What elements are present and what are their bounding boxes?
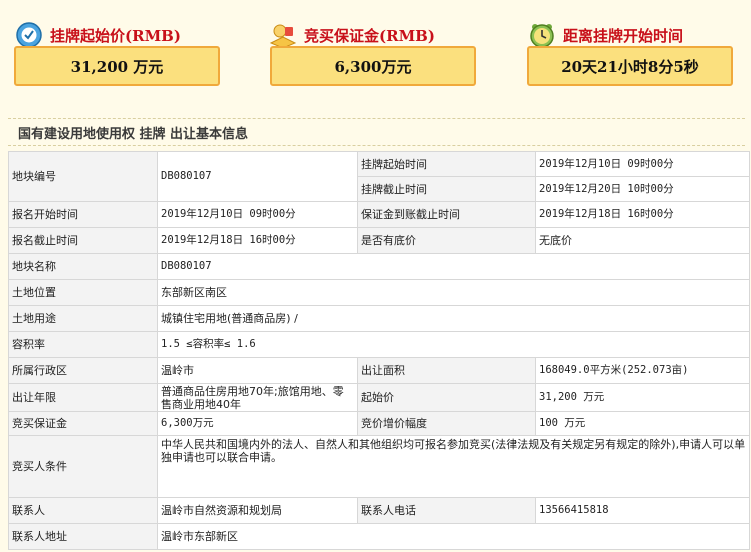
phone-value: 13566415818 bbox=[535, 497, 750, 524]
deposit-deadline-label: 保证金到账截止时间 bbox=[357, 201, 536, 228]
reg-start-value: 2019年12月10日 09时00分 bbox=[157, 201, 358, 228]
parcel-no-value: DB080107 bbox=[157, 151, 358, 202]
table-row: 竞买人条件 中华人民共和国境内外的法人、自然人和其他组织均可报名参加竞买(法律法… bbox=[8, 435, 750, 498]
summary-panel: 挂牌起始价(RMB) 31,200 万元 竞买保证金(RMB) 6,300万元 bbox=[0, 0, 751, 115]
district-label: 所属行政区 bbox=[8, 357, 158, 384]
table-row: 出让年限 普通商品住房用地70年;旅馆用地、零售商业用地40年 起始价 31,2… bbox=[8, 383, 750, 412]
location-value: 东部新区南区 bbox=[157, 279, 750, 306]
parcel-name-value: DB080107 bbox=[157, 253, 750, 280]
start-price-label: 挂牌起始价(RMB) bbox=[50, 26, 181, 45]
address-value: 温岭市东部新区 bbox=[157, 523, 750, 550]
area-value: 168049.0平方米(252.073亩) bbox=[535, 357, 750, 384]
term-value: 普通商品住房用地70年;旅馆用地、零售商业用地40年 bbox=[157, 383, 358, 412]
listing-end-value: 2019年12月20日 10时00分 bbox=[535, 176, 750, 202]
deposit-deadline-value: 2019年12月18日 16时00分 bbox=[535, 201, 750, 228]
deposit-label: 竞买保证金(RMB) bbox=[304, 26, 435, 45]
reserve-value: 无底价 bbox=[535, 227, 750, 254]
listing-start-value: 2019年12月10日 09时00分 bbox=[535, 151, 750, 177]
area-label: 出让面积 bbox=[357, 357, 536, 384]
table-row: 容积率 1.5 ≤容积率≤ 1.6 bbox=[8, 331, 750, 358]
phone-label: 联系人电话 bbox=[357, 497, 536, 524]
table-row: 联系人 温岭市自然资源和规划局 联系人电话 13566415818 bbox=[8, 497, 750, 524]
listing-start-label: 挂牌起始时间 bbox=[357, 151, 536, 177]
reg-end-label: 报名截止时间 bbox=[8, 227, 158, 254]
info-table: 地块编号 DB080107 挂牌起始时间 2019年12月10日 09时00分 … bbox=[8, 151, 750, 550]
district-value: 温岭市 bbox=[157, 357, 358, 384]
location-label: 土地位置 bbox=[8, 279, 158, 306]
table-row: 土地用途 城镇住宅用地(普通商品房) / bbox=[8, 305, 750, 332]
plot-ratio-value: 1.5 ≤容积率≤ 1.6 bbox=[157, 331, 750, 358]
usage-label: 土地用途 bbox=[8, 305, 158, 332]
start-price-row-value: 31,200 万元 bbox=[535, 383, 750, 412]
increment-label: 竞价增价幅度 bbox=[357, 411, 536, 436]
table-row: 报名开始时间 2019年12月10日 09时00分 保证金到账截止时间 2019… bbox=[8, 201, 750, 228]
listing-end-label: 挂牌截止时间 bbox=[357, 176, 536, 202]
table-row: 所属行政区 温岭市 出让面积 168049.0平方米(252.073亩) bbox=[8, 357, 750, 384]
bid-deposit-label: 竞买保证金 bbox=[8, 411, 158, 436]
reserve-label: 是否有底价 bbox=[357, 227, 536, 254]
start-price-row-label: 起始价 bbox=[357, 383, 536, 412]
bidder-label: 竞买人条件 bbox=[8, 435, 158, 498]
countdown-value: 20天21小时8分5秒 bbox=[527, 46, 733, 86]
table-row: 竞买保证金 6,300万元 竞价增价幅度 100 万元 bbox=[8, 411, 750, 436]
parcel-no-label: 地块编号 bbox=[8, 151, 158, 202]
table-row: 报名截止时间 2019年12月18日 16时00分 是否有底价 无底价 bbox=[8, 227, 750, 254]
bid-deposit-value: 6,300万元 bbox=[157, 411, 358, 436]
countdown-label: 距离挂牌开始时间 bbox=[563, 26, 684, 45]
table-row: 地块编号 DB080107 挂牌起始时间 2019年12月10日 09时00分 bbox=[8, 151, 750, 202]
bidder-value: 中华人民共和国境内外的法人、自然人和其他组织均可报名参加竞买(法律法规及有关规定… bbox=[157, 435, 750, 498]
increment-value: 100 万元 bbox=[535, 411, 750, 436]
address-label: 联系人地址 bbox=[8, 523, 158, 550]
reg-start-label: 报名开始时间 bbox=[8, 201, 158, 228]
contact-value: 温岭市自然资源和规划局 bbox=[157, 497, 358, 524]
section-title: 国有建设用地使用权 挂牌 出让基本信息 bbox=[8, 118, 745, 146]
term-label: 出让年限 bbox=[8, 383, 158, 412]
plot-ratio-label: 容积率 bbox=[8, 331, 158, 358]
usage-value: 城镇住宅用地(普通商品房) / bbox=[157, 305, 750, 332]
start-price-value: 31,200 万元 bbox=[14, 46, 220, 86]
deposit-value: 6,300万元 bbox=[270, 46, 476, 86]
contact-label: 联系人 bbox=[8, 497, 158, 524]
table-row: 土地位置 东部新区南区 bbox=[8, 279, 750, 306]
table-row: 地块名称 DB080107 bbox=[8, 253, 750, 280]
parcel-name-label: 地块名称 bbox=[8, 253, 158, 280]
table-row: 联系人地址 温岭市东部新区 bbox=[8, 523, 750, 550]
reg-end-value: 2019年12月18日 16时00分 bbox=[157, 227, 358, 254]
